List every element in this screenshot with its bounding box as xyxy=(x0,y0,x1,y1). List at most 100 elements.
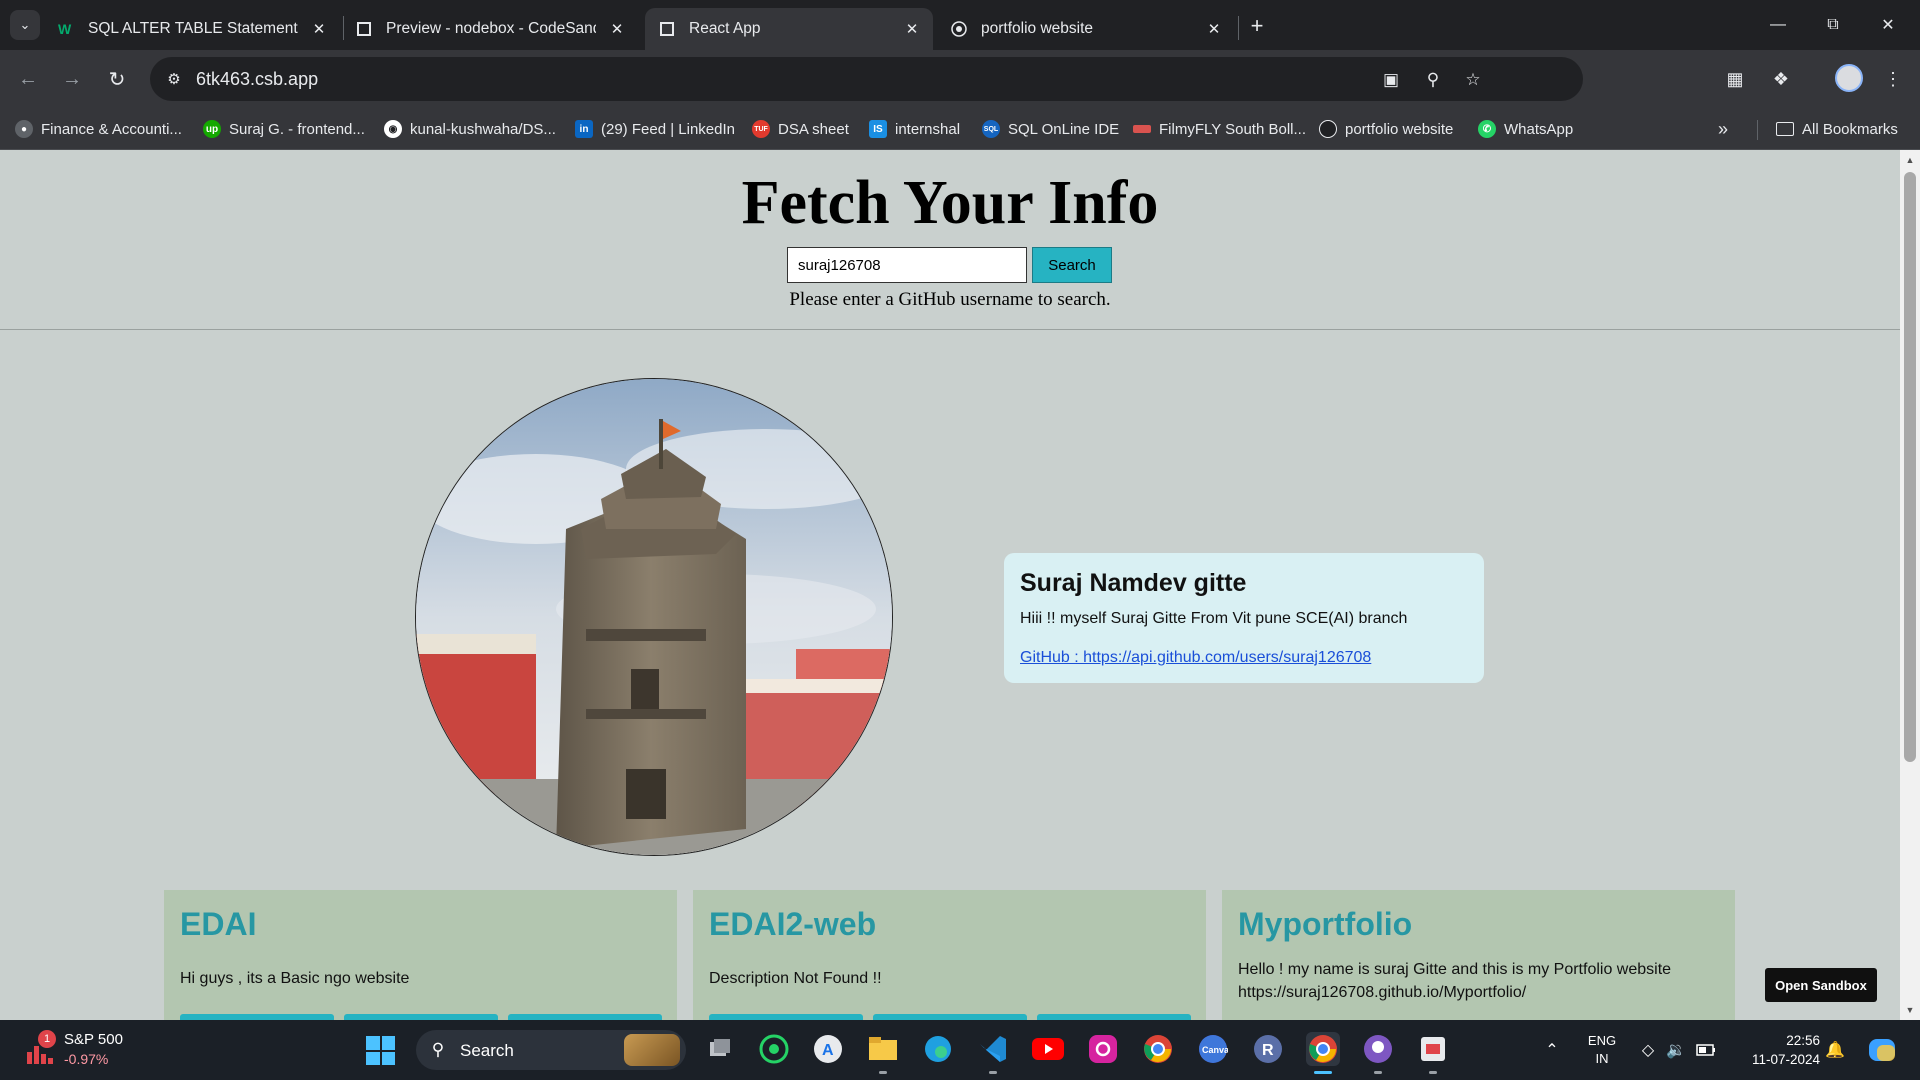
portfolio-icon xyxy=(1319,120,1337,138)
site-settings-icon[interactable]: ⚙ xyxy=(162,67,186,91)
language-indicator[interactable]: ENG IN xyxy=(1584,1032,1620,1068)
search-button[interactable]: Search xyxy=(1032,247,1112,283)
bookmark-portfolio[interactable]: portfolio website xyxy=(1319,118,1453,140)
all-bookmarks-label: All Bookmarks xyxy=(1802,120,1898,138)
r-app-icon[interactable]: R xyxy=(1251,1032,1285,1066)
open-sandbox-button[interactable]: Open Sandbox xyxy=(1765,968,1877,1002)
w3schools-icon: W xyxy=(58,21,74,37)
address-bar[interactable]: ⚙ 6tk463.csb.app ▣ ⚲ ☆ xyxy=(150,57,1583,101)
bookmark-internshala[interactable]: IS internshal xyxy=(869,118,960,140)
minimize-icon: — xyxy=(1770,16,1786,33)
language-region: IN xyxy=(1595,1051,1609,1066)
tab-sql-alter[interactable]: W SQL ALTER TABLE Statement ✕ xyxy=(44,8,340,50)
bookmark-upwork[interactable]: up Suraj G. - frontend... xyxy=(203,118,365,140)
file-explorer-icon[interactable] xyxy=(866,1032,900,1074)
chevron-double-right-icon: » xyxy=(1718,118,1729,139)
tab-title: Preview - nodebox - CodeSandbox xyxy=(386,20,596,37)
taskbar-search[interactable]: ⚲ Search xyxy=(416,1030,686,1070)
bookmark-label: Finance & Accounti... xyxy=(41,120,182,138)
bookmark-sql-online[interactable]: SQL SQL OnLine IDE xyxy=(982,118,1119,140)
bookmark-label: kunal-kushwaha/DS... xyxy=(410,120,556,138)
username-search-input[interactable] xyxy=(787,247,1027,283)
repo-name: EDAI2-web xyxy=(709,906,877,942)
bookmark-github[interactable]: ◉ kunal-kushwaha/DS... xyxy=(384,118,556,140)
instagram-icon[interactable] xyxy=(1086,1032,1120,1066)
restore-button[interactable]: ⧉ xyxy=(1806,0,1860,50)
chrome-active-icon[interactable] xyxy=(1306,1032,1340,1074)
battery-icon[interactable] xyxy=(1694,1038,1718,1062)
tab-portfolio[interactable]: portfolio website ✕ xyxy=(937,8,1235,50)
repo-description: Hi guys , its a Basic ngo website xyxy=(180,970,410,987)
install-app-icon[interactable]: ▣ xyxy=(1378,67,1404,93)
scroll-down-icon[interactable]: ▼ xyxy=(1904,1004,1916,1016)
bookmark-linkedin[interactable]: in (29) Feed | LinkedIn xyxy=(575,118,735,140)
github-profile-link[interactable]: GitHub : https://api.github.com/users/su… xyxy=(1020,649,1371,667)
profile-name: Suraj Namdev gitte xyxy=(1020,569,1247,597)
clock-date: 11-07-2024 xyxy=(1751,1052,1820,1067)
search-highlight-image xyxy=(624,1034,680,1066)
bookmark-filmyfly[interactable]: FilmyFLY South Boll... xyxy=(1133,118,1306,140)
windows-logo-icon xyxy=(381,1051,395,1065)
whatsapp-icon[interactable] xyxy=(757,1032,791,1066)
zoom-icon[interactable]: ⚲ xyxy=(1420,67,1446,93)
browser-toolbar: ← → ↻ ⚙ 6tk463.csb.app ▣ ⚲ ☆ ▦ ❖ ⋮ xyxy=(0,50,1920,108)
repo-card: EDAI Hi guys , its a Basic ngo website xyxy=(164,890,677,1020)
temple-photo xyxy=(416,379,892,855)
url-text[interactable]: 6tk463.csb.app xyxy=(196,69,318,90)
close-window-button[interactable]: ✕ xyxy=(1861,0,1915,50)
task-view-icon[interactable] xyxy=(703,1032,737,1066)
scrollbar-thumb[interactable] xyxy=(1904,172,1916,762)
close-icon[interactable]: ✕ xyxy=(901,18,923,40)
tab-title: portfolio website xyxy=(981,20,1094,37)
edge-icon[interactable] xyxy=(921,1032,955,1066)
tab-codesandbox-preview[interactable]: Preview - nodebox - CodeSandbox ✕ xyxy=(342,8,642,50)
chevron-down-icon: ⌄ xyxy=(19,17,31,32)
all-bookmarks-button[interactable]: All Bookmarks xyxy=(1776,118,1898,140)
close-icon[interactable]: ✕ xyxy=(606,18,628,40)
start-button[interactable] xyxy=(366,1036,395,1065)
back-button[interactable]: ← xyxy=(13,64,43,94)
github-desktop-icon[interactable] xyxy=(1361,1032,1395,1074)
forward-button[interactable]: → xyxy=(57,64,87,94)
page-scrollbar[interactable]: ▲ ▼ xyxy=(1900,150,1920,1020)
windows-taskbar: 1 S&P 500 -0.97% ⚲ Search A Canva R ⌃ EN… xyxy=(0,1020,1920,1080)
tab-react-app[interactable]: React App ✕ xyxy=(645,8,933,50)
wifi-icon[interactable]: ◇ xyxy=(1636,1038,1660,1062)
repo-name: EDAI xyxy=(180,906,257,942)
new-tab-button[interactable]: + xyxy=(1243,12,1271,40)
profile-avatar[interactable] xyxy=(1835,64,1863,92)
search-prompt: Please enter a GitHub username to search… xyxy=(789,289,1111,310)
windows-logo-icon xyxy=(366,1051,380,1065)
reload-button[interactable]: ↻ xyxy=(102,64,132,94)
volume-icon[interactable]: 🔉 xyxy=(1664,1038,1688,1062)
canva-icon[interactable]: Canva xyxy=(1196,1032,1230,1066)
github-icon: ◉ xyxy=(384,120,402,138)
bookmark-dsa-sheet[interactable]: TUF DSA sheet xyxy=(752,118,849,140)
app-store-icon[interactable]: A xyxy=(811,1032,845,1066)
system-clock[interactable]: 22:56 11-07-2024 xyxy=(1730,1031,1820,1069)
minimize-button[interactable]: — xyxy=(1751,0,1805,50)
arrow-left-icon: ← xyxy=(18,67,38,90)
youtube-icon[interactable] xyxy=(1031,1032,1065,1066)
copilot-icon[interactable] xyxy=(1866,1038,1898,1062)
bookmark-finance[interactable]: ● Finance & Accounti... xyxy=(15,118,182,140)
show-hidden-icons-icon[interactable]: ⌃ xyxy=(1540,1038,1564,1062)
tab-search-button[interactable]: ⌄ xyxy=(10,10,40,40)
vscode-icon[interactable] xyxy=(976,1032,1010,1074)
bookmark-star-icon[interactable]: ☆ xyxy=(1460,67,1486,93)
snipping-tool-icon[interactable] xyxy=(1416,1032,1450,1074)
bookmark-whatsapp[interactable]: ✆ WhatsApp xyxy=(1478,118,1573,140)
scroll-up-icon[interactable]: ▲ xyxy=(1904,154,1916,166)
filmyfly-icon xyxy=(1133,125,1151,133)
menu-dots-icon[interactable]: ⋮ xyxy=(1878,64,1908,94)
chrome-icon[interactable] xyxy=(1141,1032,1175,1066)
bookmarks-bar: ● Finance & Accounti... up Suraj G. - fr… xyxy=(0,108,1920,150)
more-bookmarks-button[interactable]: » xyxy=(1718,118,1728,140)
reload-icon: ↻ xyxy=(108,68,126,91)
close-icon[interactable]: ✕ xyxy=(308,18,330,40)
bookmark-label: DSA sheet xyxy=(778,120,849,138)
close-icon[interactable]: ✕ xyxy=(1203,18,1225,40)
tab-groups-icon[interactable]: ▦ xyxy=(1720,64,1750,94)
extensions-icon[interactable]: ❖ xyxy=(1766,64,1796,94)
notification-bell-icon[interactable]: 🔔 xyxy=(1823,1038,1847,1062)
